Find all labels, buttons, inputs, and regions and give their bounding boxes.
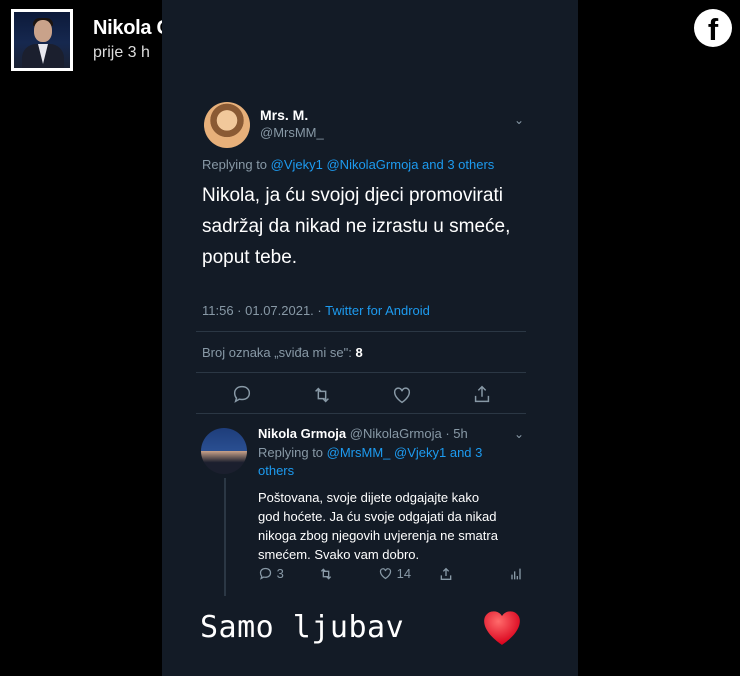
reply-line: nikoga zbog njegovih uvjerenja ne smatra xyxy=(258,528,498,543)
retweet-icon[interactable] xyxy=(311,384,333,406)
reply-author-meta: @NikolaGrmoja · 5h xyxy=(349,426,468,441)
divider xyxy=(196,331,526,332)
reply-icon xyxy=(259,567,272,580)
tweet-meta: 11:56 · 01.07.2021. · Twitter for Androi… xyxy=(202,303,430,318)
facebook-icon: f xyxy=(694,9,732,47)
tweet-line: Nikola, ja ću svojoj djeci promovirati xyxy=(202,185,503,206)
reply-author-name: Nikola Grmoja xyxy=(258,426,347,441)
tweet-line: poput tebe. xyxy=(202,247,298,268)
tweet-line: sadržaj da nikad ne izrastu u smeće, xyxy=(202,216,511,237)
replying-prefix: Replying to xyxy=(258,445,327,460)
like-icon xyxy=(379,568,392,580)
reply-avatar[interactable] xyxy=(201,428,247,474)
replying-to: Replying to @Vjeky1 @NikolaGrmoja and 3 … xyxy=(202,157,494,172)
analytics-icon[interactable] xyxy=(508,566,524,582)
reply-text: Poštovana, svoje dijete odgajajte kako g… xyxy=(258,488,538,564)
likes-label: Broj oznaka „sviđa mi se": xyxy=(202,345,356,360)
reply-line: Poštovana, svoje dijete odgajajte kako xyxy=(258,490,480,505)
reply-line: god hoćete. Ja ću svoje odgajati da nika… xyxy=(258,509,497,524)
reply-count: 3 xyxy=(276,566,284,581)
like-icon[interactable] xyxy=(391,384,413,406)
reply-count-button[interactable]: 3 xyxy=(258,566,284,581)
like-count-button[interactable]: 14 xyxy=(378,566,411,581)
likes-count: 8 xyxy=(355,345,363,360)
replying-to-users[interactable]: @Vjeky1 @NikolaGrmoja and 3 others xyxy=(271,157,495,172)
tweet-text: Nikola, ja ću svojoj djeci promovirati s… xyxy=(202,180,532,273)
chevron-down-icon[interactable]: ⌄ xyxy=(514,113,524,127)
avatar[interactable] xyxy=(11,9,73,71)
tweet-avatar[interactable] xyxy=(204,102,250,148)
tweet-source[interactable]: Twitter for Android xyxy=(325,303,430,318)
post-time: prije 3 h xyxy=(93,44,150,61)
story-caption: Samo ljubav xyxy=(200,610,405,645)
share-icon[interactable] xyxy=(438,566,454,582)
tweet-author-handle[interactable]: @MrsMM_ xyxy=(260,125,324,140)
tweet-likes[interactable]: Broj oznaka „sviđa mi se": 8 xyxy=(202,345,363,360)
retweet-icon[interactable] xyxy=(318,566,334,582)
red-heart-icon xyxy=(484,611,520,645)
reply-replying-to: Replying to @MrsMM_ @Vjeky1 and 3 others xyxy=(258,444,508,480)
reply-line: smećem. Svako vam dobro. xyxy=(258,547,420,562)
tweet-timestamp: 11:56 · 01.07.2021. · xyxy=(202,303,326,318)
like-count: 14 xyxy=(396,566,412,581)
chevron-down-icon[interactable]: ⌄ xyxy=(514,427,524,441)
divider xyxy=(196,372,526,373)
tweet-author-name[interactable]: Mrs. M. xyxy=(260,107,308,123)
divider xyxy=(196,413,526,414)
reply-icon[interactable] xyxy=(231,383,253,405)
share-icon[interactable] xyxy=(471,383,493,405)
replying-prefix: Replying to xyxy=(202,157,271,172)
thread-line xyxy=(224,478,226,596)
reply-author[interactable]: Nikola Grmoja @NikolaGrmoja · 5h xyxy=(258,426,468,441)
